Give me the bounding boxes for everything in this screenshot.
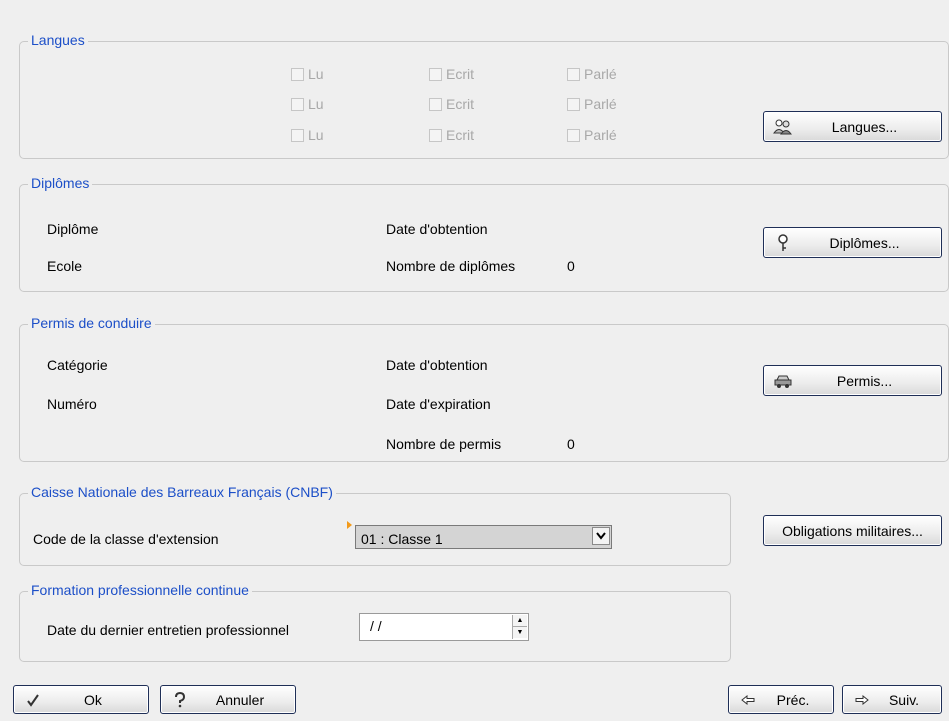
code-classe-value: 01 : Classe 1 [361,531,443,547]
prec-label: Préc. [776,691,810,708]
annuler-button[interactable]: Annuler [160,685,296,714]
permis-date-obtention-label: Date d'obtention [386,357,488,373]
ecrit-label: Ecrit [446,127,474,143]
ecole-label: Ecole [47,258,83,274]
checkbox-box[interactable] [567,67,580,81]
langues-title: Langues [28,32,88,48]
parle-checkbox-1[interactable]: Parlé [567,66,617,82]
permis-count-label: Nombre de permis [386,436,502,452]
parle-label: Parlé [584,66,617,82]
ok-label: Ok [84,691,102,708]
spin-down-icon[interactable]: ▼ [513,627,527,638]
prec-button[interactable]: Préc. [728,685,834,714]
diplome-count-label: Nombre de diplômes [386,258,516,274]
date-entretien-input[interactable]: / / ▲ ▼ [359,613,529,641]
ecrit-checkbox-2[interactable]: Ecrit [429,96,474,112]
lu-label: Lu [308,96,324,112]
lu-label: Lu [308,127,324,143]
numero-label: Numéro [47,396,97,412]
people-icon [772,118,794,136]
obligations-button-label: Obligations militaires... [782,522,923,539]
code-classe-label: Code de la classe d'extension [33,531,219,547]
langues-button[interactable]: Langues... [763,111,942,142]
annuler-label: Annuler [215,691,265,708]
checkbox-box[interactable] [567,128,580,142]
lu-checkbox-1[interactable]: Lu [291,66,324,82]
permis-button[interactable]: Permis... [763,365,942,396]
diplome-label: Diplôme [47,221,99,237]
parle-label: Parlé [584,96,617,112]
checkbox-box[interactable] [291,67,304,81]
langues-button-label: Langues... [831,118,898,135]
checkmark-icon [22,691,44,709]
required-marker-icon [347,521,352,529]
diplomes-button-label: Diplômes... [829,234,900,251]
lu-label: Lu [308,66,324,82]
checkbox-box[interactable] [291,97,304,111]
arrow-left-icon [737,691,759,709]
ecrit-checkbox-3[interactable]: Ecrit [429,127,474,143]
diplome-date-label: Date d'obtention [386,221,488,237]
checkbox-box[interactable] [291,128,304,142]
date-entretien-label: Date du dernier entretien professionnel [47,622,290,638]
formation-title: Formation professionnelle continue [28,582,252,598]
ecrit-label: Ecrit [446,96,474,112]
diplomes-button[interactable]: Diplômes... [763,227,942,258]
permis-title: Permis de conduire [28,315,155,331]
permis-date-expiration-label: Date d'expiration [386,396,491,412]
categorie-label: Catégorie [47,357,108,373]
cnbf-title: Caisse Nationale des Barreaux Français (… [28,484,336,500]
obligations-militaires-button[interactable]: Obligations militaires... [763,515,942,546]
checkbox-box[interactable] [429,128,442,142]
ecrit-label: Ecrit [446,66,474,82]
spin-up-icon[interactable]: ▲ [513,615,527,627]
checkbox-box[interactable] [567,97,580,111]
diplomes-title: Diplômes [28,175,93,191]
code-classe-select[interactable]: 01 : Classe 1 [355,525,612,549]
suiv-label: Suiv. [888,691,920,708]
question-icon [169,691,191,709]
parle-label: Parlé [584,127,617,143]
permis-button-label: Permis... [836,372,893,389]
lu-checkbox-2[interactable]: Lu [291,96,324,112]
suiv-button[interactable]: Suiv. [842,685,942,714]
chevron-down-icon[interactable] [592,527,610,545]
ok-button[interactable]: Ok [13,685,149,714]
arrow-right-icon [851,691,873,709]
ecrit-checkbox-1[interactable]: Ecrit [429,66,474,82]
parle-checkbox-3[interactable]: Parlé [567,127,617,143]
car-icon [772,372,794,390]
diplome-count-value: 0 [567,258,575,274]
lu-checkbox-3[interactable]: Lu [291,127,324,143]
date-spinner[interactable]: ▲ ▼ [512,615,527,639]
date-entretien-value: / / [370,618,382,634]
checkbox-box[interactable] [429,67,442,81]
permis-count-value: 0 [567,436,575,452]
key-icon [772,233,794,252]
checkbox-box[interactable] [429,97,442,111]
parle-checkbox-2[interactable]: Parlé [567,96,617,112]
